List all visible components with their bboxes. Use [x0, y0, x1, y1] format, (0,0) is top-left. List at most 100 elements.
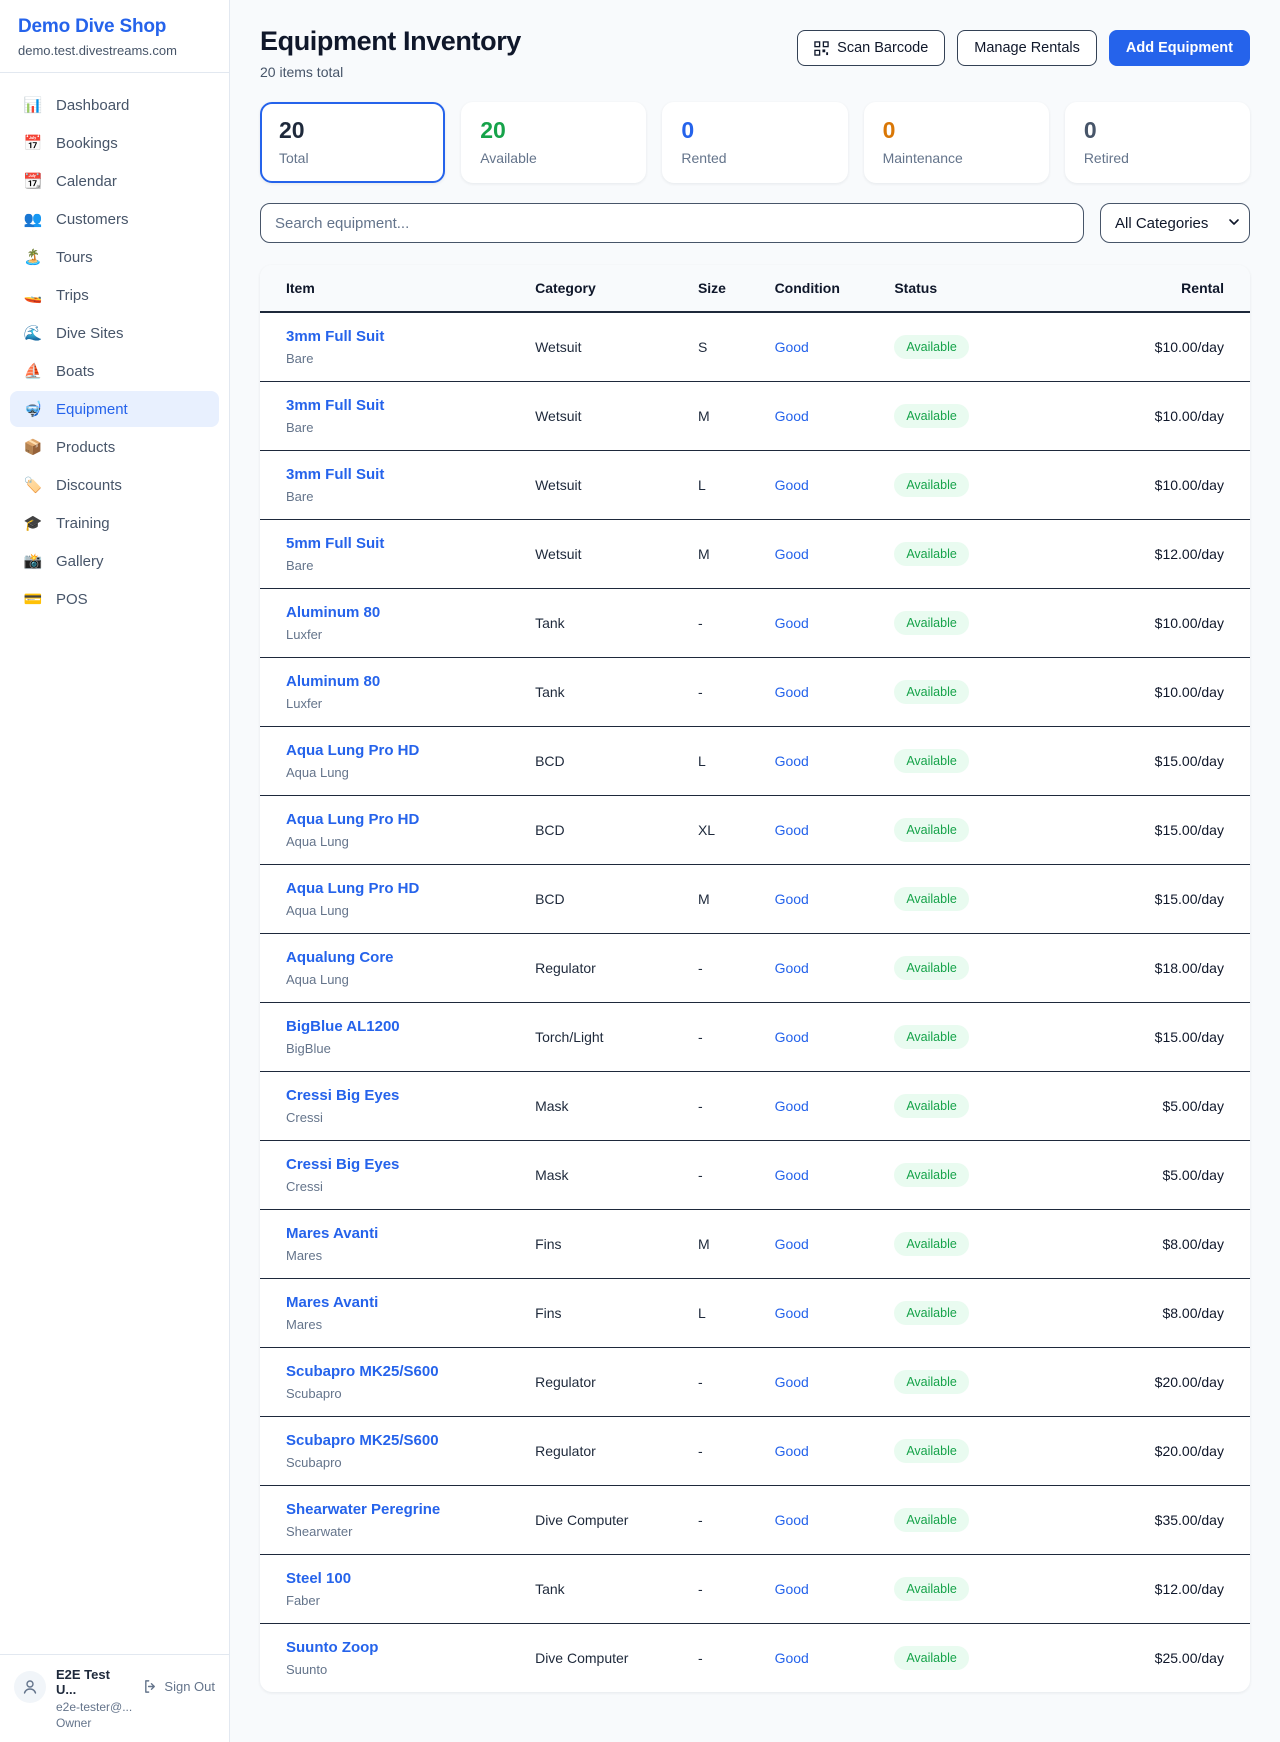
shop-domain: demo.test.divestreams.com	[18, 43, 211, 58]
item-name-link[interactable]: Steel 100	[286, 1570, 515, 1587]
bar-chart-icon: 📊	[22, 96, 44, 114]
category-select[interactable]: All Categories	[1100, 203, 1250, 243]
item-name-link[interactable]: Aqua Lung Pro HD	[286, 811, 515, 828]
item-category: Wetsuit	[525, 393, 688, 439]
equipment-row: 3mm Full Suit Bare Wetsuit L Good Availa…	[260, 451, 1250, 520]
status-badge: Available	[894, 1301, 969, 1325]
manage-rentals-label: Manage Rentals	[974, 40, 1080, 56]
stat-card-rented[interactable]: 0 Rented	[662, 102, 847, 183]
condition-link[interactable]: Good	[775, 615, 809, 631]
user-role: Owner	[56, 1716, 133, 1730]
condition-link[interactable]: Good	[775, 1443, 809, 1459]
page-title-block: Equipment Inventory 20 items total	[260, 26, 521, 80]
condition-link[interactable]: Good	[775, 753, 809, 769]
equipment-row: Shearwater Peregrine Shearwater Dive Com…	[260, 1486, 1250, 1555]
item-name-link[interactable]: Aqua Lung Pro HD	[286, 742, 515, 759]
condition-link[interactable]: Good	[775, 960, 809, 976]
rental-price: $35.00/day	[1066, 1497, 1234, 1543]
rental-price: $8.00/day	[1066, 1290, 1234, 1336]
sidebar-item-boats[interactable]: ⛵ Boats	[10, 353, 219, 389]
condition-link[interactable]: Good	[775, 1236, 809, 1252]
stat-card-available[interactable]: 20 Available	[461, 102, 646, 183]
search-input[interactable]	[260, 203, 1084, 243]
equipment-row: Cressi Big Eyes Cressi Mask - Good Avail…	[260, 1072, 1250, 1141]
equipment-row: Steel 100 Faber Tank - Good Available $1…	[260, 1555, 1250, 1624]
sidebar-item-pos[interactable]: 💳 POS	[10, 581, 219, 617]
item-name-link[interactable]: Mares Avanti	[286, 1225, 515, 1242]
item-name-link[interactable]: Shearwater Peregrine	[286, 1501, 515, 1518]
item-name-link[interactable]: Aluminum 80	[286, 604, 515, 621]
scan-barcode-button[interactable]: Scan Barcode	[797, 30, 945, 66]
item-name-link[interactable]: Aqua Lung Pro HD	[286, 880, 515, 897]
item-name-link[interactable]: 3mm Full Suit	[286, 397, 515, 414]
equipment-row: Aqua Lung Pro HD Aqua Lung BCD M Good Av…	[260, 865, 1250, 934]
sidebar-item-calendar[interactable]: 📆 Calendar	[10, 163, 219, 199]
item-size: M	[688, 531, 765, 577]
item-name-link[interactable]: Suunto Zoop	[286, 1639, 515, 1656]
condition-link[interactable]: Good	[775, 1167, 809, 1183]
shop-name[interactable]: Demo Dive Shop	[18, 16, 211, 38]
condition-link[interactable]: Good	[775, 1374, 809, 1390]
item-name-link[interactable]: Aqualung Core	[286, 949, 515, 966]
page-title: Equipment Inventory	[260, 26, 521, 57]
items-total-count: 20 items total	[260, 64, 521, 80]
sidebar-item-tours[interactable]: 🏝️ Tours	[10, 239, 219, 275]
item-name-link[interactable]: BigBlue AL1200	[286, 1018, 515, 1035]
sailboat-icon: ⛵	[22, 362, 44, 380]
stat-card-total[interactable]: 20 Total	[260, 102, 445, 183]
manage-rentals-button[interactable]: Manage Rentals	[957, 30, 1097, 66]
item-size: -	[688, 1635, 765, 1681]
stat-card-maintenance[interactable]: 0 Maintenance	[864, 102, 1049, 183]
item-name-link[interactable]: Aluminum 80	[286, 673, 515, 690]
status-badge: Available	[894, 1370, 969, 1394]
sidebar-item-gallery[interactable]: 📸 Gallery	[10, 543, 219, 579]
condition-link[interactable]: Good	[775, 546, 809, 562]
condition-link[interactable]: Good	[775, 891, 809, 907]
item-size: L	[688, 462, 765, 508]
item-name-link[interactable]: Cressi Big Eyes	[286, 1087, 515, 1104]
sidebar-item-discounts[interactable]: 🏷️ Discounts	[10, 467, 219, 503]
condition-link[interactable]: Good	[775, 408, 809, 424]
island-icon: 🏝️	[22, 248, 44, 266]
sidebar-item-dashboard[interactable]: 📊 Dashboard	[10, 87, 219, 123]
sidebar-item-equipment[interactable]: 🤿 Equipment	[10, 391, 219, 427]
sidebar-item-customers[interactable]: 👥 Customers	[10, 201, 219, 237]
sign-out-button[interactable]: Sign Out	[143, 1679, 215, 1694]
condition-link[interactable]: Good	[775, 1305, 809, 1321]
condition-link[interactable]: Good	[775, 1650, 809, 1666]
condition-link[interactable]: Good	[775, 684, 809, 700]
item-name-link[interactable]: Scubapro MK25/S600	[286, 1432, 515, 1449]
sidebar-item-trips[interactable]: 🚤 Trips	[10, 277, 219, 313]
item-category: BCD	[525, 738, 688, 784]
item-name-link[interactable]: 5mm Full Suit	[286, 535, 515, 552]
sidebar-item-label: Customers	[56, 211, 129, 228]
sidebar-item-dive-sites[interactable]: 🌊 Dive Sites	[10, 315, 219, 351]
item-brand: Mares	[286, 1317, 515, 1332]
condition-link[interactable]: Good	[775, 1029, 809, 1045]
item-name-link[interactable]: 3mm Full Suit	[286, 328, 515, 345]
item-name-link[interactable]: Mares Avanti	[286, 1294, 515, 1311]
item-size: -	[688, 600, 765, 646]
condition-link[interactable]: Good	[775, 1581, 809, 1597]
condition-link[interactable]: Good	[775, 477, 809, 493]
condition-link[interactable]: Good	[775, 1512, 809, 1528]
equipment-row: Aluminum 80 Luxfer Tank - Good Available…	[260, 589, 1250, 658]
item-name-link[interactable]: 3mm Full Suit	[286, 466, 515, 483]
condition-link[interactable]: Good	[775, 339, 809, 355]
item-size: M	[688, 876, 765, 922]
condition-link[interactable]: Good	[775, 822, 809, 838]
stat-card-retired[interactable]: 0 Retired	[1065, 102, 1250, 183]
item-category: Mask	[525, 1152, 688, 1198]
item-name-link[interactable]: Scubapro MK25/S600	[286, 1363, 515, 1380]
rental-price: $20.00/day	[1066, 1359, 1234, 1405]
item-category: Mask	[525, 1083, 688, 1129]
sidebar-item-products[interactable]: 📦 Products	[10, 429, 219, 465]
stat-label: Maintenance	[883, 150, 1030, 166]
condition-link[interactable]: Good	[775, 1098, 809, 1114]
sidebar-item-bookings[interactable]: 📅 Bookings	[10, 125, 219, 161]
sidebar-item-training[interactable]: 🎓 Training	[10, 505, 219, 541]
graduation-cap-icon: 🎓	[22, 514, 44, 532]
add-equipment-button[interactable]: Add Equipment	[1109, 30, 1250, 66]
barcode-scan-icon	[814, 41, 829, 56]
item-name-link[interactable]: Cressi Big Eyes	[286, 1156, 515, 1173]
